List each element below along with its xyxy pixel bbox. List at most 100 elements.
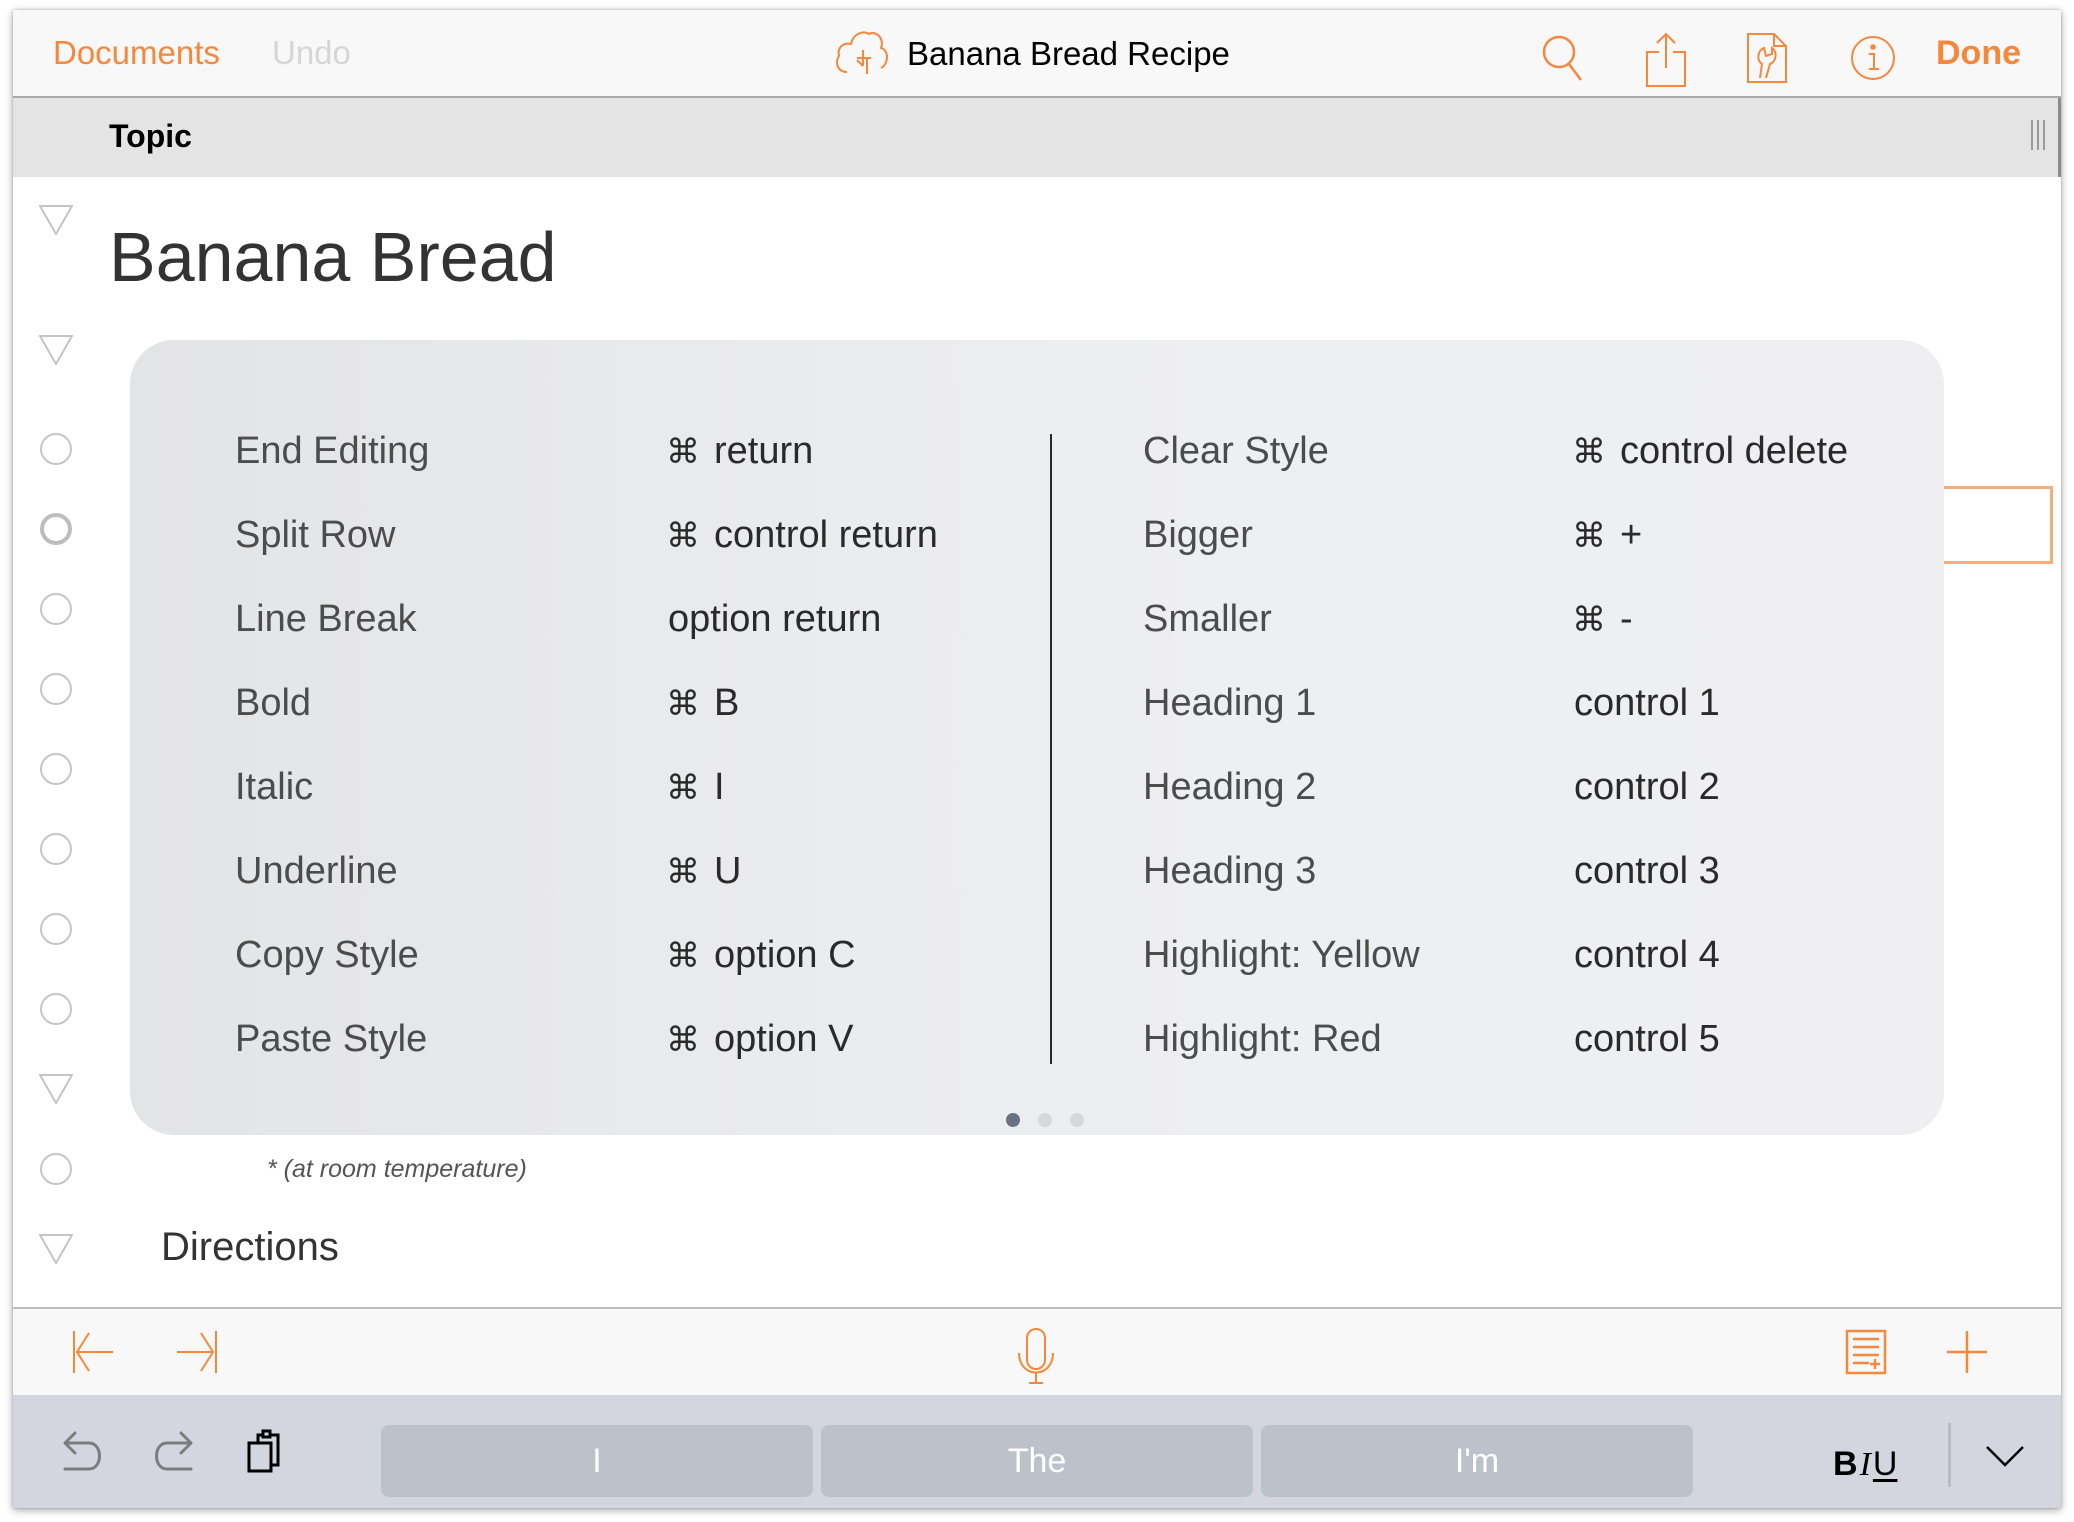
page-dot[interactable]: [1006, 1113, 1020, 1127]
row-handle-icon[interactable]: [39, 1152, 72, 1185]
row-handle-selected-icon[interactable]: [39, 512, 72, 545]
shortcut-key-text: control 3: [1574, 850, 1720, 892]
column-divider: [1050, 434, 1052, 1064]
shortcut-key-text: U: [714, 850, 742, 892]
shortcut-key-combo: control 5: [1574, 1018, 1720, 1061]
shortcut-key-text: control delete: [1620, 430, 1849, 472]
command-key-icon: ⌘: [1572, 433, 1606, 471]
disclosure-triangle-icon[interactable]: [39, 1234, 73, 1264]
suggestion-button[interactable]: I'm: [1261, 1425, 1693, 1497]
shortcut-action-label: Smaller: [1143, 598, 1272, 640]
shortcut-key-combo: ⌘ option V: [666, 1018, 853, 1061]
command-key-icon: ⌘: [666, 517, 700, 555]
outline-row-title[interactable]: Banana Bread: [109, 217, 557, 297]
document-title: Banana Bread Recipe: [907, 35, 1230, 72]
outdent-icon[interactable]: [71, 1329, 117, 1380]
shortcut-key-text: I: [714, 766, 725, 808]
shortcut-action-label: Clear Style: [1143, 430, 1329, 472]
italic-glyph: I: [1859, 1446, 1871, 1483]
shortcut-key-combo: ⌘ U: [666, 850, 741, 893]
command-key-icon: ⌘: [666, 1021, 700, 1059]
microphone-icon[interactable]: [1013, 1327, 1059, 1392]
row-handle-icon[interactable]: [39, 672, 72, 705]
column-edge: [2058, 98, 2061, 177]
shortcut-key-text: -: [1620, 598, 1633, 640]
suggestion-button[interactable]: The: [821, 1425, 1253, 1497]
shortcut-key-combo: ⌘ +: [1572, 514, 1642, 557]
row-handle-icon[interactable]: [39, 432, 72, 465]
disclosure-triangle-icon[interactable]: [39, 335, 73, 365]
shortcut-action-label: Copy Style: [235, 934, 419, 976]
keyboard-shortcuts-overlay: End Editing ⌘ return Split Row ⌘ control retu…: [130, 340, 1944, 1135]
document-tools-icon[interactable]: [1746, 32, 1794, 86]
row-handle-icon[interactable]: [39, 752, 72, 785]
row-handle-icon[interactable]: [39, 912, 72, 945]
shortcut-key-text: control 1: [1574, 682, 1720, 724]
shortcut-key-combo: control 4: [1574, 934, 1720, 977]
shortcut-action-label: Bold: [235, 682, 312, 724]
shortcut-action-label: Underline: [235, 850, 398, 892]
shortcut-key-combo: ⌘ I: [666, 766, 725, 809]
text-style-button[interactable]: BIU: [1833, 1445, 1897, 1484]
shortcut-key-text: control 4: [1574, 934, 1720, 976]
bold-glyph: B: [1833, 1445, 1858, 1483]
page-indicator[interactable]: [1006, 1113, 1084, 1127]
row-handle-icon[interactable]: [39, 992, 72, 1025]
page-dot[interactable]: [1070, 1113, 1084, 1127]
disclosure-triangle-icon[interactable]: [39, 205, 73, 235]
search-icon[interactable]: [1539, 32, 1587, 86]
undo-button[interactable]: Undo: [272, 34, 351, 72]
bottom-action-bar: [13, 1307, 2061, 1395]
command-key-icon: ⌘: [666, 769, 700, 807]
app-window: Documents Undo Banana Bread Recipe Done …: [13, 10, 2061, 1508]
undo-icon[interactable]: [61, 1431, 105, 1476]
command-key-icon: ⌘: [666, 433, 700, 471]
info-icon[interactable]: [1849, 32, 1897, 86]
outline-row-directions[interactable]: Directions: [161, 1225, 339, 1270]
shortcut-key-combo: ⌘ option C: [666, 934, 856, 977]
shortcut-action-label: Highlight: Yellow: [1143, 934, 1420, 976]
shortcut-action-label: Italic: [235, 766, 314, 808]
topic-column-label[interactable]: Topic: [109, 118, 192, 155]
shortcut-key-combo: option return: [668, 598, 881, 641]
shortcut-action-label: Heading 3: [1143, 850, 1317, 892]
indent-icon[interactable]: [173, 1329, 219, 1380]
column-header: Topic: [13, 98, 2061, 177]
cloud-sync-icon[interactable]: [833, 28, 891, 81]
row-note[interactable]: * (at room temperature): [267, 1155, 527, 1184]
add-note-icon[interactable]: [1845, 1329, 1889, 1380]
shortcut-key-text: option C: [714, 934, 856, 976]
add-row-icon[interactable]: [1945, 1329, 1989, 1380]
top-toolbar: Documents Undo Banana Bread Recipe Done: [13, 10, 2061, 98]
shortcut-key-combo: ⌘ control delete: [1572, 430, 1848, 473]
row-handle-icon[interactable]: [39, 592, 72, 625]
column-resize-handle[interactable]: [2031, 120, 2047, 150]
row-handle-icon[interactable]: [39, 832, 72, 865]
command-key-icon: ⌘: [666, 937, 700, 975]
underline-glyph: U: [1872, 1445, 1898, 1483]
shortcut-key-combo: ⌘ B: [666, 682, 739, 725]
redo-icon[interactable]: [151, 1431, 195, 1476]
command-key-icon: ⌘: [1572, 517, 1606, 555]
command-key-icon: ⌘: [1572, 601, 1606, 639]
documents-button[interactable]: Documents: [53, 34, 220, 72]
page-dot[interactable]: [1038, 1113, 1052, 1127]
shortcut-key-combo: ⌘ control return: [666, 514, 938, 557]
shortcut-key-text: control 5: [1574, 1018, 1720, 1060]
shortcut-action-label: Split Row: [235, 514, 396, 556]
shortcut-key-text: option return: [668, 598, 882, 640]
paste-icon[interactable]: [246, 1429, 286, 1478]
shortcut-key-combo: control 3: [1574, 850, 1720, 893]
suggestion-button[interactable]: I: [381, 1425, 813, 1497]
dismiss-keyboard-chevron-down-icon[interactable]: [1983, 1435, 2027, 1475]
keyboard-bar-divider: [1948, 1423, 1951, 1487]
shortcut-action-label: Paste Style: [235, 1018, 428, 1060]
command-key-icon: ⌘: [666, 685, 700, 723]
shortcut-key-text: B: [714, 682, 740, 724]
command-key-icon: ⌘: [666, 853, 700, 891]
shortcut-key-combo: control 1: [1574, 682, 1720, 725]
shortcut-key-combo: control 2: [1574, 766, 1720, 809]
disclosure-triangle-icon[interactable]: [39, 1074, 73, 1104]
share-icon[interactable]: [1643, 32, 1691, 87]
done-button[interactable]: Done: [1936, 34, 2021, 73]
